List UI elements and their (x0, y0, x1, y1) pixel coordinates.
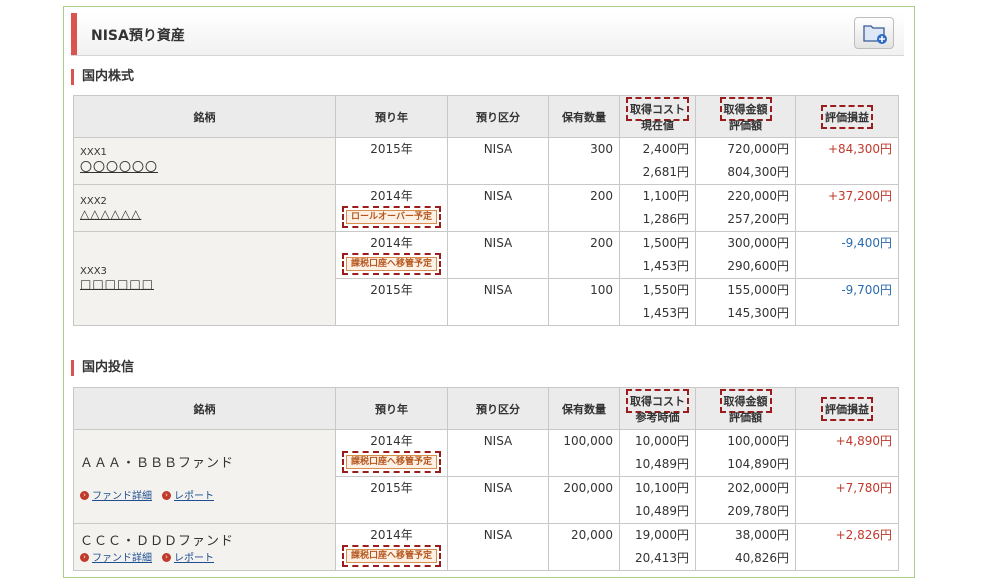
transfer-badge: 課税口座へ移管予定 (341, 451, 442, 473)
stock-link[interactable]: □□□□□□ (80, 277, 335, 291)
col-qty: 保有数量 (548, 387, 620, 430)
col-pl: 評価損益 (795, 95, 899, 138)
fund-detail-link[interactable]: ファンド詳細 (92, 553, 152, 564)
fund-name-cell: ＡＡＡ・ＢＢＢファンド › ファンド詳細 › レポート (73, 429, 336, 524)
col-amount: 取得金額 評価額 (695, 387, 796, 430)
fund-detail-link[interactable]: ファンド詳細 (92, 491, 152, 502)
arrow-circle-icon: › (162, 553, 171, 562)
col-cost: 取得コスト 参考時価 (619, 387, 696, 430)
table-row: XXX2 △△△△△△ 2014年 ロールオーバー予定 NISA 200 1,100… (73, 184, 899, 232)
fund-report-link[interactable]: レポート (174, 553, 214, 564)
funds-table: 銘柄 預り年 預り区分 保有数量 取得コスト 参考時価 取得金額 評価額 評価損益 … (73, 387, 899, 571)
stock-name-cell: XXX3 □□□□□□ (73, 231, 336, 326)
table-header-row: 銘柄 預り年 預り区分 保有数量 取得コスト 現在値 取得金額 評価額 評価損益 (73, 95, 899, 138)
transfer-badge: 課税口座へ移管予定 (341, 253, 442, 275)
folder-add-button[interactable] (854, 17, 894, 49)
stock-link[interactable]: 〇〇〇〇〇〇 (80, 158, 335, 175)
table-row: ＡＡＡ・ＢＢＢファンド › ファンド詳細 › レポート 2014年 課税口座へ移管予定 … (73, 429, 899, 524)
col-year: 預り年 (335, 387, 448, 430)
arrow-circle-icon: › (80, 490, 89, 500)
col-qty: 保有数量 (548, 95, 620, 138)
table-header-row: 銘柄 預り年 預り区分 保有数量 取得コスト 参考時価 取得金額 評価額 評価損益 (73, 387, 899, 430)
col-type: 預り区分 (447, 95, 549, 138)
section-title-stocks: 国内株式 (71, 69, 134, 85)
rollover-badge: ロールオーバー予定 (342, 206, 441, 228)
fund-report-link[interactable]: レポート (174, 491, 214, 502)
fund-name-cell: ＣＣＣ・ＤＤＤファンド › ファンド詳細 › レポート (73, 523, 336, 571)
folder-add-icon (863, 25, 887, 44)
col-amount: 取得金額 評価額 (695, 95, 796, 138)
stocks-table: 銘柄 預り年 預り区分 保有数量 取得コスト 現在値 取得金額 評価額 評価損益 X… (73, 95, 899, 326)
transfer-badge: 課税口座へ移管予定 (341, 545, 442, 567)
stock-name-cell: XXX1 〇〇〇〇〇〇 (73, 137, 336, 185)
stock-name-cell: XXX2 △△△△△△ (73, 184, 336, 232)
panel-header: NISA預り資産 (71, 13, 904, 56)
arrow-circle-icon: › (162, 490, 171, 500)
table-row: ＣＣＣ・ＤＤＤファンド › ファンド詳細 › レポート 2014年 課税口座へ移管予定 … (73, 523, 899, 571)
col-pl: 評価損益 (795, 387, 899, 430)
nisa-panel: NISA預り資産 国内株式 銘柄 預り年 預り区分 保有数量 取得コスト 現在値 … (63, 6, 915, 578)
table-row: XXX3 □□□□□□ 2014年 課税口座へ移管予定 NISA 200 1,500… (73, 231, 899, 326)
col-name: 銘柄 (73, 95, 336, 138)
section-title-funds: 国内投信 (71, 360, 134, 376)
fund-name: ＡＡＡ・ＢＢＢファンド (80, 455, 235, 471)
col-name: 銘柄 (73, 387, 336, 430)
table-row: XXX1 〇〇〇〇〇〇 2015年 NISA 300 2,400円 2,681円 7… (73, 137, 899, 185)
arrow-circle-icon: › (80, 553, 89, 562)
stock-link[interactable]: △△△△△△ (80, 207, 335, 221)
header-accent-bar (71, 13, 77, 55)
col-year: 預り年 (335, 95, 448, 138)
page-title: NISA預り資産 (91, 28, 185, 44)
col-cost: 取得コスト 現在値 (619, 95, 696, 138)
col-type: 預り区分 (447, 387, 549, 430)
fund-name: ＣＣＣ・ＤＤＤファンド (80, 534, 235, 549)
